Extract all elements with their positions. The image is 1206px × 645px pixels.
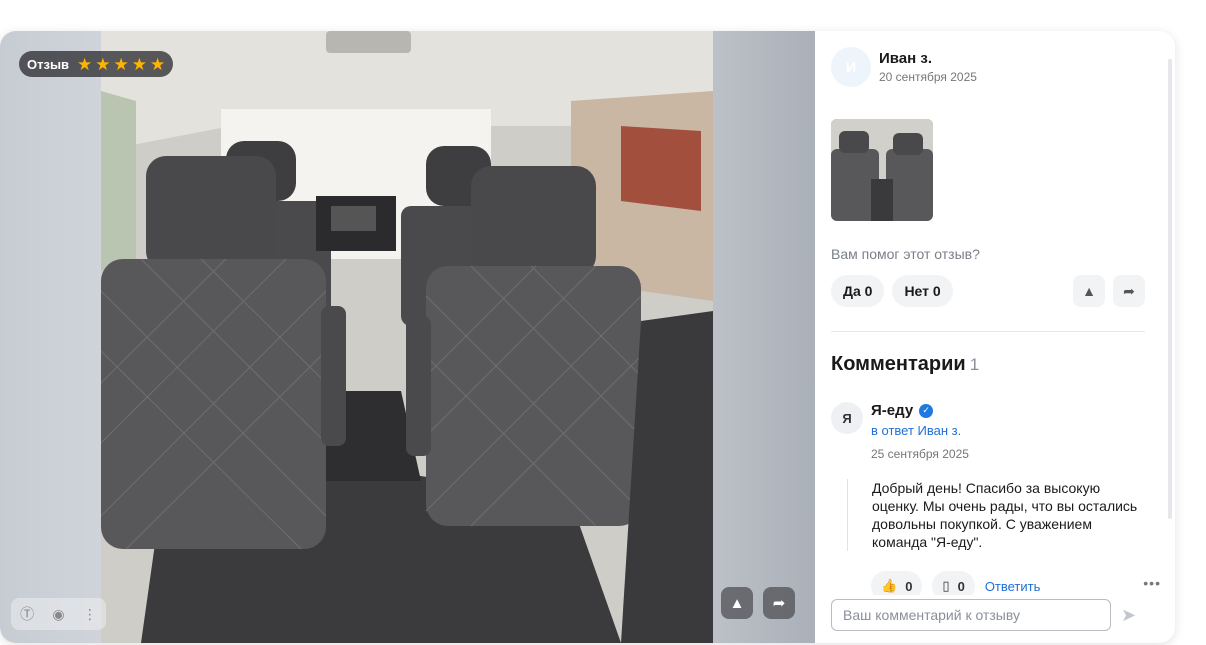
comment-replies-button[interactable]: ▯ 0 <box>932 571 975 595</box>
comment-like-button[interactable]: 👍 0 <box>871 571 923 595</box>
review-badge: Отзыв ★ ★ ★ ★ ★ <box>19 51 174 77</box>
verified-icon: ✓ <box>919 403 934 418</box>
review-modal: Отзыв ★ ★ ★ ★ ★ Ⓣ ◉ ⋮ ▲ ➦ И Иван з. 20 с… <box>0 31 1175 643</box>
comments-count: 1 <box>969 355 980 374</box>
photo-thumbnail[interactable] <box>831 119 933 221</box>
divider <box>831 331 1145 332</box>
comments-title: Комментарии 1 <box>831 353 979 376</box>
text-recognition-icon[interactable]: Ⓣ <box>20 604 34 624</box>
star-icon: ★ <box>95 54 111 74</box>
avatar: И <box>831 47 871 87</box>
vote-no-button[interactable]: Нет 0 <box>892 275 953 307</box>
review-photo <box>101 31 713 643</box>
comment-author: Я-еду ✓ <box>871 402 934 419</box>
comment-input-row: ➤ <box>831 599 1161 631</box>
review-badge-label: Отзыв <box>27 56 70 72</box>
comment-actions: 👍 0 ▯ 0 Ответить ••• <box>871 571 1161 595</box>
share-icon: ➦ <box>772 595 786 612</box>
rating-stars: ★ ★ ★ ★ ★ <box>77 56 165 73</box>
comment-reply-count: 0 <box>957 578 965 594</box>
share-photo-button[interactable]: ➦ <box>763 587 795 619</box>
photo-actions: ▲ ➦ <box>721 587 795 619</box>
photo-tools: Ⓣ ◉ ⋮ <box>11 598 106 630</box>
comment-avatar: Я <box>831 402 863 434</box>
comment-like-count: 0 <box>905 578 913 594</box>
comment-icon: ▯ <box>942 578 950 593</box>
comment-reply-to[interactable]: в ответ Иван з. <box>871 423 961 438</box>
star-icon: ★ <box>77 54 93 74</box>
report-review-button[interactable]: ▲ <box>1073 275 1105 307</box>
photo-viewer: Отзыв ★ ★ ★ ★ ★ Ⓣ ◉ ⋮ ▲ ➦ <box>0 31 815 643</box>
car-interior-image <box>101 31 713 643</box>
comments-title-label: Комментарии <box>831 353 966 375</box>
thumbnail-image <box>831 119 933 221</box>
more-vertical-icon[interactable]: ⋮ <box>83 606 97 623</box>
comment-input[interactable] <box>831 599 1111 631</box>
review-date: 20 сентября 2025 <box>879 70 977 84</box>
vote-yes-button[interactable]: Да 0 <box>831 275 885 307</box>
star-icon: ★ <box>113 54 129 74</box>
helpful-question: Вам помог этот отзыв? <box>831 246 980 262</box>
share-review-button[interactable]: ➦ <box>1113 275 1145 307</box>
share-icon: ➦ <box>1123 282 1135 299</box>
star-icon: ★ <box>150 54 166 74</box>
review-panel: И Иван з. 20 сентября 2025 Вам помог это… <box>815 31 1175 643</box>
warning-icon: ▲ <box>1082 283 1096 299</box>
comment-text: Добрый день! Спасибо за высокую оценку. … <box>847 479 1147 551</box>
warning-icon: ▲ <box>729 594 745 612</box>
vote-row: Да 0 Нет 0 ▲ ➦ <box>831 275 1145 307</box>
star-icon: ★ <box>131 54 148 74</box>
report-photo-button[interactable]: ▲ <box>721 587 753 619</box>
more-icon[interactable]: ••• <box>1143 575 1161 591</box>
comment-author-name[interactable]: Я-еду <box>871 402 913 419</box>
send-icon[interactable]: ➤ <box>1121 605 1136 626</box>
thumbs-up-icon: 👍 <box>881 578 898 593</box>
comment-date: 25 сентября 2025 <box>871 447 969 461</box>
reply-link[interactable]: Ответить <box>985 579 1041 594</box>
review-author[interactable]: Иван з. <box>879 50 932 67</box>
scrollbar[interactable] <box>1168 59 1172 519</box>
camera-icon[interactable]: ◉ <box>52 606 64 623</box>
